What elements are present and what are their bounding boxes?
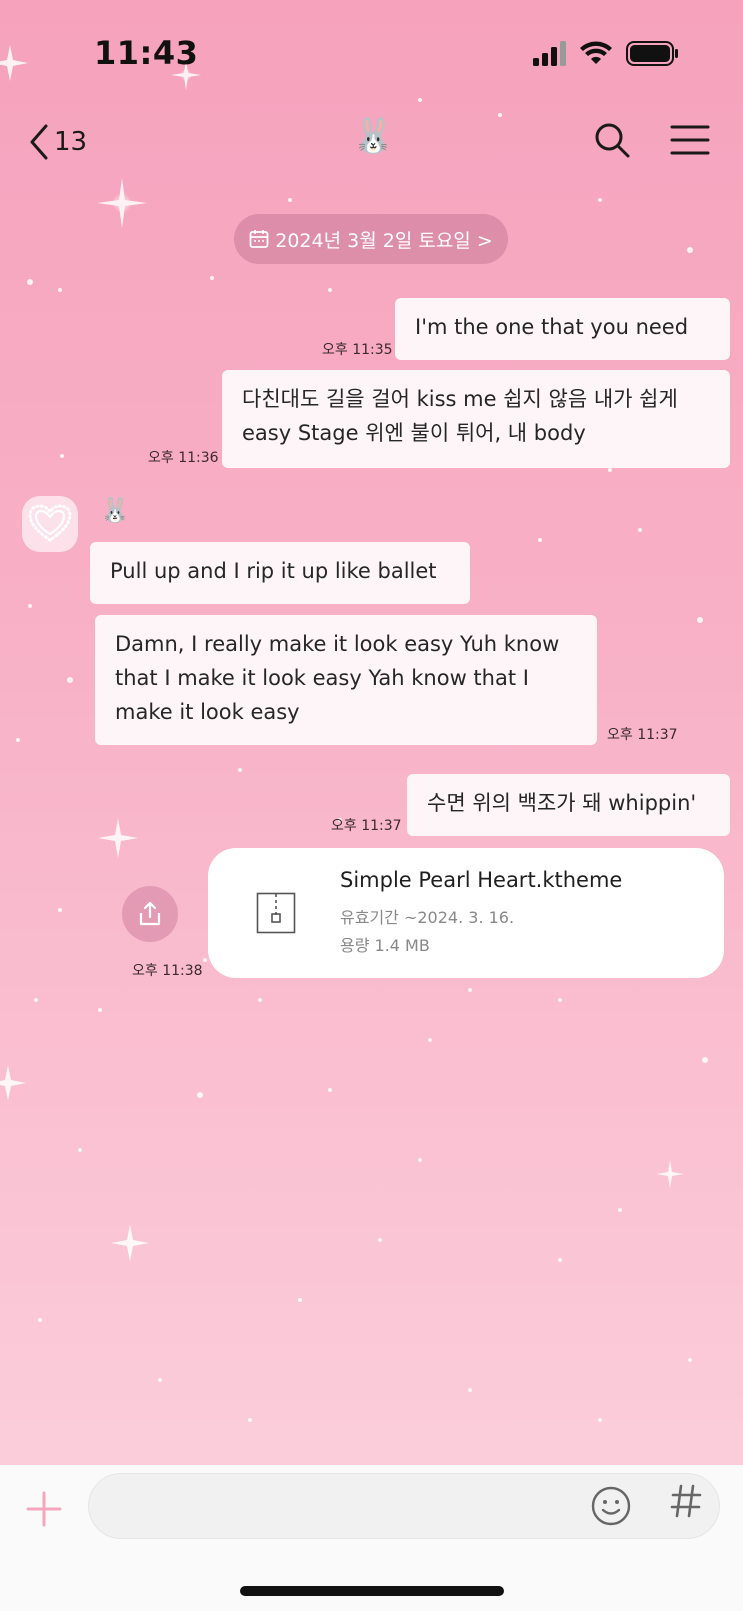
message-bubble-outgoing[interactable]: 수면 위의 백조가 돼 whippin' — [407, 774, 730, 836]
attach-button[interactable] — [26, 1491, 62, 1531]
file-size: 용량 1.4 MB — [340, 936, 430, 955]
search-icon — [595, 123, 630, 158]
chat-title: 🐰 — [352, 116, 395, 156]
chevron-left-icon — [30, 124, 48, 160]
status-bar: 11:43 — [0, 0, 743, 100]
message-text: Damn, I really make it look easy Yuh kno… — [115, 632, 560, 724]
home-indicator — [240, 1586, 504, 1596]
wifi-icon — [580, 41, 612, 64]
share-button[interactable] — [122, 886, 178, 942]
message-bubble-outgoing[interactable]: I'm the one that you need — [395, 298, 730, 360]
message-text: I'm the one that you need — [415, 315, 689, 339]
date-label: 2024년 3월 2일 토요일 > — [275, 229, 493, 252]
status-time: 11:43 — [94, 34, 199, 72]
calendar-icon — [249, 230, 269, 248]
emoji-button[interactable] — [590, 1485, 632, 1531]
message-bubble-outgoing[interactable]: 다친대도 길을 걸어 kiss me 쉽지 않음 내가 쉽게 easy Stag… — [222, 370, 730, 468]
smiley-icon — [591, 1486, 631, 1526]
sender-avatar[interactable] — [22, 496, 78, 552]
back-button[interactable]: 13 — [28, 120, 87, 164]
message-bubble-incoming[interactable]: Pull up and I rip it up like ballet — [90, 542, 470, 604]
file-expiry: 유효기간 ~2024. 3. 16. — [340, 908, 515, 927]
message-time: 오후 11:37 — [607, 727, 678, 743]
unread-count: 13 — [54, 127, 88, 157]
battery-icon — [626, 41, 678, 66]
message-bubble-incoming[interactable]: Damn, I really make it look easy Yuh kno… — [95, 615, 597, 745]
search-button[interactable] — [594, 122, 630, 162]
hashtag-search-button[interactable] — [670, 1483, 702, 1528]
file-name: Simple Pearl Heart.ktheme — [340, 868, 623, 892]
plus-icon — [26, 1491, 62, 1527]
message-text: 수면 위의 백조가 돼 whippin' — [427, 791, 697, 815]
message-time: 오후 11:35 — [322, 342, 393, 358]
menu-button[interactable] — [670, 124, 710, 160]
cellular-signal-icon — [533, 41, 566, 66]
message-text: 다친대도 길을 걸어 kiss me 쉽지 않음 내가 쉽게 easy Stag… — [242, 387, 678, 445]
pearl-heart-icon — [28, 504, 72, 542]
file-attachment[interactable]: Simple Pearl Heart.ktheme 유효기간 ~2024. 3.… — [208, 848, 724, 978]
message-time: 오후 11:36 — [148, 450, 219, 466]
share-icon — [139, 901, 161, 926]
hash-icon — [670, 1484, 702, 1518]
status-icons — [533, 40, 683, 74]
sender-name: 🐰 — [100, 496, 130, 524]
hamburger-menu-icon — [670, 125, 710, 155]
message-text: Pull up and I rip it up like ballet — [110, 559, 437, 583]
date-divider[interactable]: 2024년 3월 2일 토요일 > — [234, 214, 508, 264]
chat-header: 13 🐰 — [0, 110, 743, 174]
message-time: 오후 11:37 — [331, 818, 402, 834]
message-time: 오후 11:38 — [132, 963, 203, 979]
zip-file-icon — [256, 892, 296, 938]
